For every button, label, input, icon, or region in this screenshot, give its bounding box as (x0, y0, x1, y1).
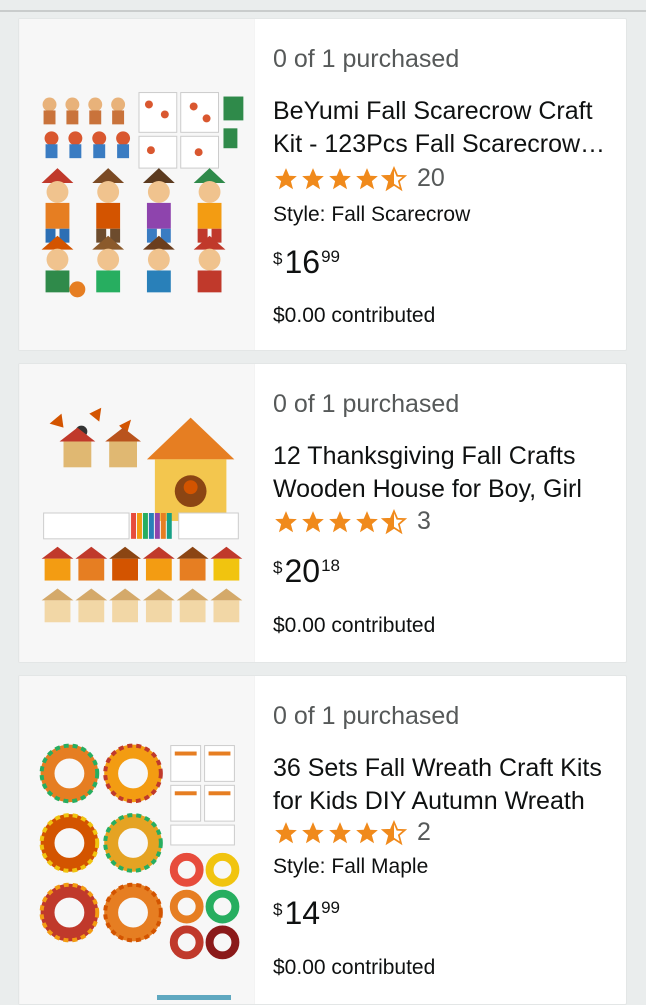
star-icon (302, 167, 324, 189)
contributed-amount: $0.00 contributed (273, 956, 436, 979)
rating-row[interactable]: 20 (273, 164, 445, 193)
price: $ 14 99 (273, 896, 340, 930)
price-fraction: 99 (321, 247, 340, 266)
style-label: Style: (273, 203, 326, 226)
star-icon (302, 821, 324, 843)
contributed-amount: $0.00 contributed (273, 304, 436, 327)
list-item[interactable]: 0 of 1 purchased BeYumi Fall Scarecrow C… (18, 18, 627, 351)
product-title-link[interactable]: BeYumi Fall Scarecrow Craft Kit - 123Pcs… (273, 95, 618, 161)
style-value: Fall Maple (331, 855, 429, 878)
price-symbol: $ (273, 900, 283, 919)
price-fraction: 18 (321, 556, 340, 575)
star-icon (329, 821, 351, 843)
price-whole: 14 (284, 895, 321, 931)
star-icon (275, 167, 297, 189)
style-variant: Style: Fall Maple (273, 855, 428, 879)
list-item[interactable]: 0 of 1 purchased 36 Sets Fall Wreath Cra… (18, 675, 627, 1005)
half-star-icon (381, 819, 407, 845)
review-count[interactable]: 3 (417, 507, 431, 536)
review-count[interactable]: 20 (417, 164, 445, 193)
star-icon (329, 510, 351, 532)
star-icon (329, 167, 351, 189)
top-divider (0, 0, 646, 12)
list-item[interactable]: 0 of 1 purchased 12 Thanksgiving Fall Cr… (18, 363, 627, 663)
scroll-indicator (157, 995, 231, 1000)
star-icon (275, 510, 297, 532)
price: $ 16 99 (273, 245, 340, 279)
star-icon (302, 510, 324, 532)
contributed-amount: $0.00 contributed (273, 614, 436, 637)
star-rating (273, 165, 408, 192)
product-image[interactable] (19, 19, 255, 350)
price-whole: 20 (284, 553, 321, 589)
star-icon (356, 510, 378, 532)
product-image[interactable] (19, 676, 255, 1004)
star-icon (275, 821, 297, 843)
rating-row[interactable]: 3 (273, 507, 431, 536)
half-star-icon (381, 165, 407, 191)
star-rating (273, 508, 408, 535)
review-count[interactable]: 2 (417, 818, 431, 847)
price-whole: 16 (284, 244, 321, 280)
wooden-house-kit-image (19, 364, 255, 662)
price-fraction: 99 (321, 898, 340, 917)
purchased-status: 0 of 1 purchased (273, 702, 460, 730)
price: $ 20 18 (273, 554, 340, 588)
product-title-link[interactable]: 36 Sets Fall Wreath Craft Kits for Kids … (273, 752, 618, 818)
product-image[interactable] (19, 364, 255, 662)
style-variant: Style: Fall Scarecrow (273, 203, 470, 227)
style-label: Style: (273, 855, 326, 878)
star-icon (356, 167, 378, 189)
price-symbol: $ (273, 558, 283, 577)
price-symbol: $ (273, 249, 283, 268)
purchased-status: 0 of 1 purchased (273, 390, 460, 418)
wreath-kit-image (19, 676, 255, 1004)
product-title-link[interactable]: 12 Thanksgiving Fall Crafts Wooden House… (273, 440, 618, 506)
purchased-status: 0 of 1 purchased (273, 45, 460, 73)
star-rating (273, 819, 408, 846)
rating-row[interactable]: 2 (273, 818, 431, 847)
style-value: Fall Scarecrow (331, 203, 471, 226)
scarecrow-kit-image (19, 19, 255, 350)
star-icon (356, 821, 378, 843)
half-star-icon (381, 508, 407, 534)
